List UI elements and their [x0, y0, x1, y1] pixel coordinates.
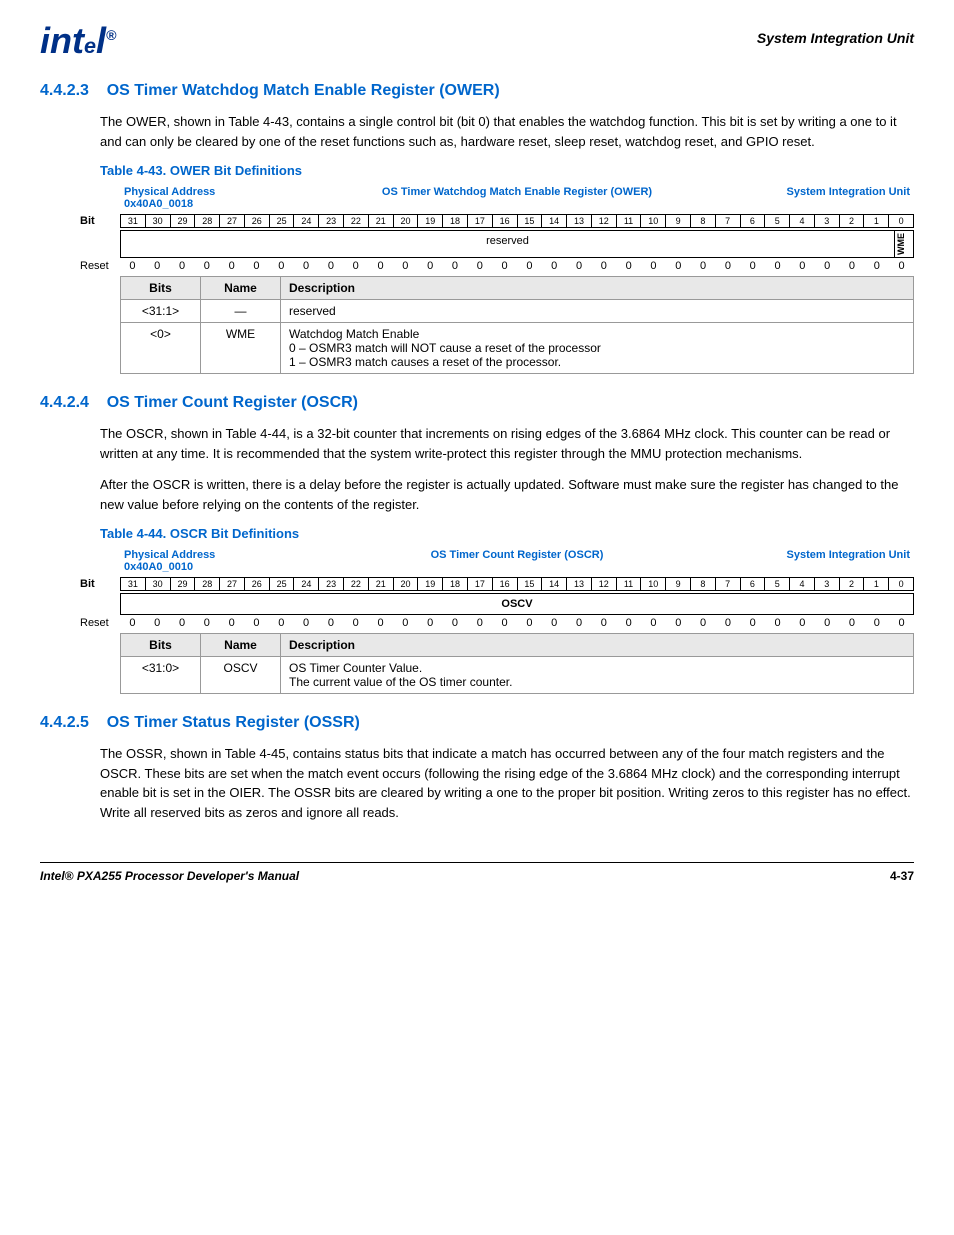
section-heading-3: OS Timer Status Register (OSSR)	[107, 714, 360, 731]
reg-header: Physical Address 0x40A0_0018 OS Timer Wa…	[80, 186, 914, 210]
section-4424-text2: After the OSCR is written, there is a de…	[100, 477, 898, 512]
reserved-field: reserved	[121, 231, 895, 257]
section-4424-title: 4.4.2.4 OS Timer Count Register (OSCR)	[40, 394, 914, 412]
section-number-2: 4.4.2.4	[40, 394, 89, 411]
bit-label-2: Bit	[80, 578, 120, 590]
reg-name-header: OS Timer Watchdog Match Enable Register …	[321, 186, 714, 210]
table-row: <0> WME Watchdog Match Enable 0 – OSMR3 …	[121, 323, 914, 374]
footer-right: 4-37	[890, 869, 914, 883]
footer-left: Intel® PXA255 Processor Developer's Manu…	[40, 869, 299, 883]
bit-numbers-row-2: Bit 3130 2928 2726 2524 2322 2120 1918 1…	[80, 577, 914, 591]
name-col-header: Name	[201, 277, 281, 300]
register-table-4-44: Physical Address 0x40A0_0010 OS Timer Co…	[80, 549, 914, 694]
siu-header-2: System Integration Unit	[714, 549, 911, 573]
bits-col-header: Bits	[121, 277, 201, 300]
reset-values: 00 00 00 00 00 00 00 00 00 00 00 00 00 0…	[120, 260, 914, 272]
row-desc: reserved	[281, 300, 914, 323]
register-table-4-43: Physical Address 0x40A0_0018 OS Timer Wa…	[80, 186, 914, 374]
def-table-4-44: Bits Name Description <31:0> OSCV OS Tim…	[120, 633, 914, 694]
desc-col-header-2: Description	[281, 634, 914, 657]
reset-row-4-43: Reset 00 00 00 00 00 00 00 00 00 00 00 0…	[80, 260, 914, 272]
section-4424-text1: The OSCR, shown in Table 4-44, is a 32-b…	[100, 426, 890, 461]
table-row: <31:1> — reserved	[121, 300, 914, 323]
reg-name-header-2: OS Timer Count Register (OSCR)	[321, 549, 714, 573]
row-desc-2: OS Timer Counter Value. The current valu…	[281, 657, 914, 694]
page-footer: Intel® PXA255 Processor Developer's Manu…	[40, 862, 914, 883]
register-fields-2: OSCV	[120, 593, 914, 615]
reg-header-2: Physical Address 0x40A0_0010 OS Timer Co…	[80, 549, 914, 573]
row-name: —	[201, 300, 281, 323]
section-4424: 4.4.2.4 OS Timer Count Register (OSCR) T…	[40, 394, 914, 694]
section-4425: 4.4.2.5 OS Timer Status Register (OSSR) …	[40, 714, 914, 822]
row-name-2: OSCV	[201, 657, 281, 694]
desc-col-header: Description	[281, 277, 914, 300]
reset-row-4-44: Reset 00 00 00 00 00 00 00 00 00 00 00 0…	[80, 617, 914, 629]
row-desc: Watchdog Match Enable 0 – OSMR3 match wi…	[281, 323, 914, 374]
row-name: WME	[201, 323, 281, 374]
register-content-row-2: OSCV	[80, 593, 914, 615]
section-4425-title: 4.4.2.5 OS Timer Status Register (OSSR)	[40, 714, 914, 732]
def-table-header: Bits Name Description	[121, 277, 914, 300]
bit-label: Bit	[80, 215, 120, 227]
table-4-44-title: Table 4-44. OSCR Bit Definitions	[100, 526, 914, 541]
intel-logo: intel®	[40, 20, 116, 62]
section-number-3: 4.4.2.5	[40, 714, 89, 731]
row-bits: <31:1>	[121, 300, 201, 323]
phys-addr-header: Physical Address 0x40A0_0018	[124, 186, 321, 210]
name-col-header-2: Name	[201, 634, 281, 657]
reset-label: Reset	[80, 260, 120, 272]
bits-col-header-2: Bits	[121, 634, 201, 657]
section-4423-title: 4.4.2.3 OS Timer Watchdog Match Enable R…	[40, 82, 914, 100]
wme-field: WME	[895, 231, 913, 257]
bit-numbers-2: 3130 2928 2726 2524 2322 2120 1918 1716 …	[120, 577, 914, 591]
register-fields: reserved WME	[120, 230, 914, 258]
table-4-43-title: Table 4-43. OWER Bit Definitions	[100, 163, 914, 178]
bit-numbers: 3130 2928 2726 2524 2322 2120 1918 1716 …	[120, 214, 914, 228]
section-4423-text: The OWER, shown in Table 4-43, contains …	[100, 114, 897, 149]
row-bits: <0>	[121, 323, 201, 374]
def-table-4-43: Bits Name Description <31:1> — reserved …	[120, 276, 914, 374]
table-row: <31:0> OSCV OS Timer Counter Value. The …	[121, 657, 914, 694]
header-subtitle: System Integration Unit	[757, 30, 914, 46]
section-4423-body: The OWER, shown in Table 4-43, contains …	[100, 112, 914, 151]
section-heading: OS Timer Watchdog Match Enable Register …	[107, 82, 500, 99]
phys-addr-header-2: Physical Address 0x40A0_0010	[124, 549, 321, 573]
section-heading-2: OS Timer Count Register (OSCR)	[107, 394, 358, 411]
section-4423: 4.4.2.3 OS Timer Watchdog Match Enable R…	[40, 82, 914, 374]
siu-header: System Integration Unit	[714, 186, 911, 210]
section-number: 4.4.2.3	[40, 82, 89, 99]
reset-values-2: 00 00 00 00 00 00 00 00 00 00 00 00 00 0…	[120, 617, 914, 629]
oscv-field: OSCV	[121, 594, 913, 614]
def-table-header-2: Bits Name Description	[121, 634, 914, 657]
reset-label-2: Reset	[80, 617, 120, 629]
section-4425-text: The OSSR, shown in Table 4-45, contains …	[100, 746, 911, 820]
section-4424-body2: After the OSCR is written, there is a de…	[100, 475, 914, 514]
section-4425-body: The OSSR, shown in Table 4-45, contains …	[100, 744, 914, 822]
page-header: intel® System Integration Unit	[40, 20, 914, 62]
section-4424-body1: The OSCR, shown in Table 4-44, is a 32-b…	[100, 424, 914, 463]
row-bits-2: <31:0>	[121, 657, 201, 694]
bit-numbers-row: Bit 3130 2928 2726 2524 2322 2120 1918 1…	[80, 214, 914, 228]
register-content-row: reserved WME	[80, 230, 914, 258]
